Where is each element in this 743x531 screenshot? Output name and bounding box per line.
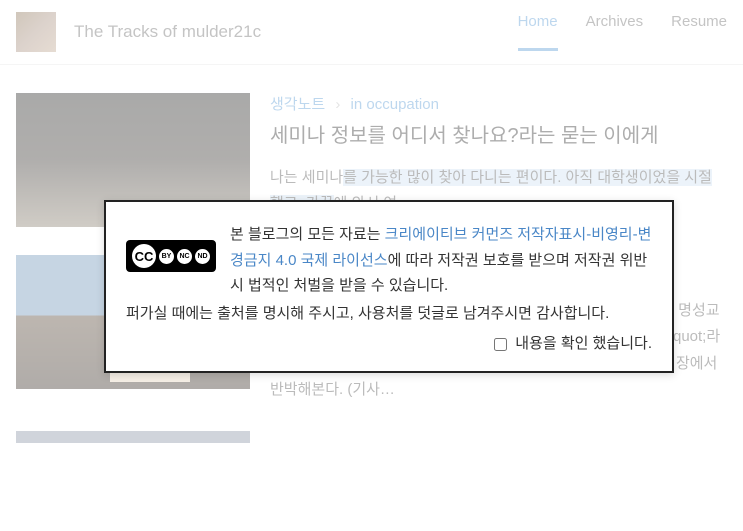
- modal-body-text: 본 블로그의 모든 자료는 크리에이티브 커먼즈 저작자표시-비영리-변경금지 …: [230, 222, 652, 299]
- modal-secondary-text: 퍼가실 때에는 출처를 명시해 주시고, 사용처를 덧글로 남겨주시면 감사합니…: [126, 301, 652, 327]
- confirm-label[interactable]: 내용을 확인 했습니다.: [494, 335, 652, 352]
- cc-license-icon: CC BY NC ND: [126, 240, 216, 272]
- license-modal: CC BY NC ND 본 블로그의 모든 자료는 크리에이티브 커먼즈 저작자…: [104, 200, 674, 373]
- confirm-checkbox[interactable]: [494, 338, 507, 351]
